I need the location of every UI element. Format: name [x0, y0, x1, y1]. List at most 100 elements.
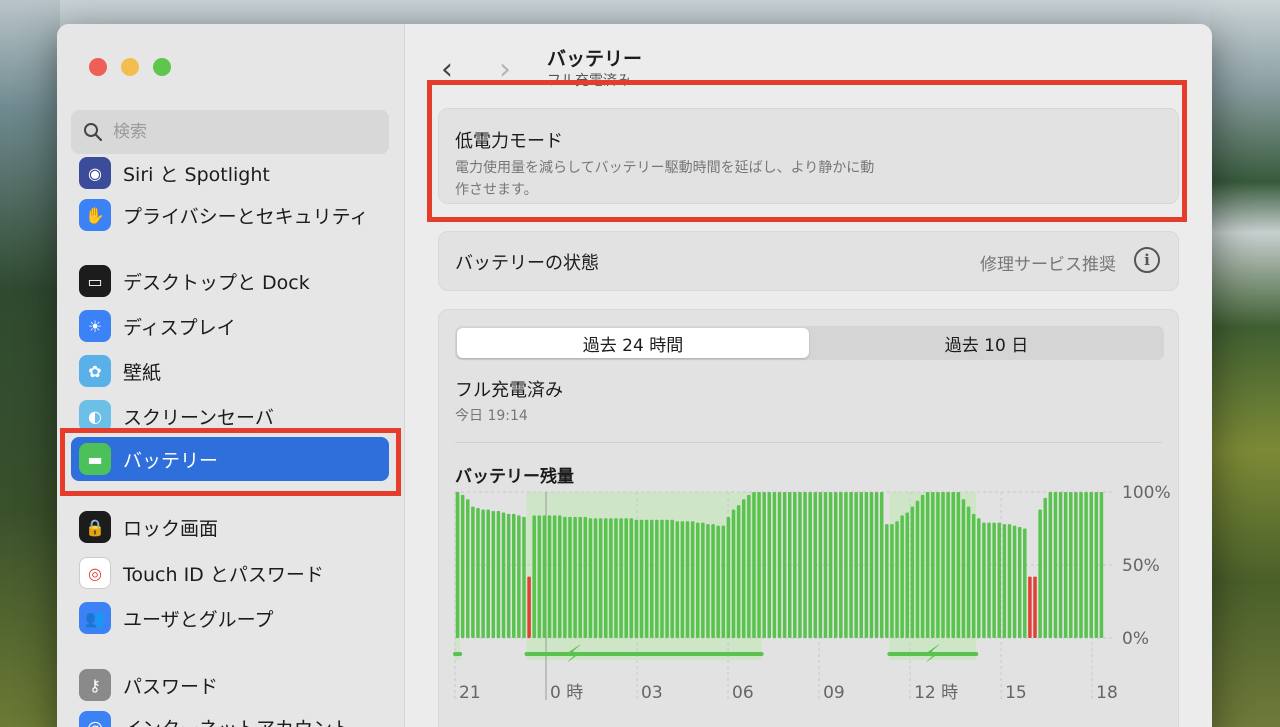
battery-bar: [920, 494, 925, 638]
battery-bar: [931, 492, 935, 638]
sidebar-item-label: Siri と Spotlight: [123, 163, 270, 186]
search-input[interactable]: [113, 122, 373, 142]
battery-bar: [844, 492, 848, 638]
battery-bar: [869, 492, 874, 638]
sidebar-item-label: スクリーンセーバ: [123, 406, 274, 429]
sidebar-item-dock[interactable]: ▭ デスクトップと Dock: [79, 262, 389, 300]
battery-bar: [741, 499, 746, 638]
sidebar-item-fingerprint[interactable]: ◎ Touch ID とパスワード: [79, 554, 389, 592]
sidebar-item-label: ユーザとグループ: [123, 608, 274, 631]
zoom-button[interactable]: [153, 58, 171, 76]
battery-bar: [481, 509, 485, 638]
low-battery-bar: [527, 576, 531, 638]
battery-bar: [885, 524, 889, 638]
sidebar-item-siri[interactable]: ◉ Siri と Spotlight: [79, 154, 389, 192]
battery-bar: [517, 515, 521, 638]
battery-bar: [793, 492, 797, 638]
battery-level-chart: ⚡ ⚡ 100% 50% 0% 21 0 時 03 06 09 12 時 15 18: [453, 483, 1171, 703]
battery-bar: [879, 492, 884, 638]
battery-bar: [956, 492, 961, 638]
battery-bar: [1094, 492, 1099, 638]
battery-bar: [762, 492, 766, 638]
sidebar-item-lock[interactable]: 🔒 ロック画面: [79, 508, 389, 546]
battery-bar: [1007, 524, 1012, 638]
sidebar-item-sun[interactable]: ☀ ディスプレイ: [79, 307, 389, 345]
battery-bar: [609, 518, 613, 638]
battery-bar: [695, 522, 700, 638]
y-tick-label: 100%: [1122, 483, 1171, 503]
battery-bar: [603, 518, 608, 638]
battery-bar: [910, 506, 915, 638]
battery-bar: [890, 524, 894, 638]
battery-bar: [537, 515, 542, 638]
close-button[interactable]: [89, 58, 107, 76]
battery-bar: [854, 492, 858, 638]
dock-icon: ▭: [79, 265, 111, 297]
sidebar-item-label: プライバシーとセキュリティ: [123, 205, 369, 228]
battery-bar: [895, 521, 899, 638]
battery-bar: [685, 521, 690, 638]
battery-bar: [839, 492, 843, 638]
battery-bar: [1084, 492, 1088, 638]
battery-bar: [644, 519, 649, 638]
highlight-battery-item: [60, 428, 401, 496]
battery-bar: [900, 515, 904, 638]
users-icon: 👥: [79, 602, 111, 634]
sidebar-item-hand[interactable]: ✋ プライバシーとセキュリティ: [79, 196, 389, 234]
battery-bar: [1089, 492, 1093, 638]
battery-bar: [634, 519, 639, 638]
battery-bar: [1099, 492, 1104, 638]
sidebar-item-label: Touch ID とパスワード: [123, 563, 324, 586]
sidebar-item-users[interactable]: 👥 ユーザとグループ: [79, 599, 389, 637]
battery-state-card[interactable]: バッテリーの状態 修理サービス推奨 i: [438, 231, 1179, 291]
battery-bar: [573, 516, 577, 638]
battery-bar: [568, 516, 572, 638]
x-tick-label: 06: [732, 683, 754, 703]
battery-bar: [532, 515, 536, 638]
battery-bar: [675, 521, 680, 638]
battery-bar: [987, 522, 991, 638]
battery-bar: [818, 492, 823, 638]
battery-bar: [690, 521, 695, 638]
battery-bar: [1017, 527, 1022, 638]
battery-bar: [614, 518, 618, 638]
battery-bar: [486, 509, 490, 638]
minimize-button[interactable]: [121, 58, 139, 76]
battery-bar: [583, 516, 588, 638]
charging-band: [526, 492, 762, 660]
at-icon: @: [79, 711, 111, 727]
sidebar: ◉ Siri と Spotlight ✋ プライバシーとセキュリティ ▭ デスクトップと …: [57, 24, 405, 727]
charging-bolt-icon: ⚡: [566, 640, 583, 668]
battery-bar: [864, 492, 869, 638]
battery-bar: [1074, 492, 1078, 638]
battery-bar: [563, 516, 567, 638]
battery-bar: [1023, 528, 1027, 638]
battery-bar: [1048, 492, 1053, 638]
battery-bar: [706, 524, 710, 638]
search-field[interactable]: [71, 110, 389, 154]
battery-bar: [828, 492, 833, 638]
battery-bar: [823, 492, 828, 638]
battery-bar: [905, 512, 910, 638]
battery-bar: [767, 492, 772, 638]
battery-bar: [649, 519, 654, 638]
sidebar-item-at[interactable]: @ インターネットアカウント: [79, 708, 389, 727]
battery-bar: [1053, 492, 1058, 638]
battery-bar: [1058, 492, 1063, 638]
battery-state-value: 修理サービス推奨: [980, 255, 1116, 275]
battery-bar: [726, 516, 731, 638]
battery-bar: [701, 522, 705, 638]
battery-bar: [997, 522, 1001, 638]
sidebar-item-label: ロック画面: [123, 517, 219, 540]
sidebar-item-key[interactable]: ⚷ パスワード: [79, 666, 389, 704]
battery-bar: [501, 512, 506, 638]
desktop-wallpaper-left: [0, 0, 60, 727]
info-icon[interactable]: i: [1134, 247, 1160, 273]
battery-bar: [777, 492, 782, 638]
battery-bar: [455, 492, 460, 638]
battery-bar: [813, 492, 818, 638]
battery-bar: [542, 515, 547, 638]
battery-bar: [552, 515, 557, 638]
sidebar-item-flower[interactable]: ✿ 壁紙: [79, 352, 389, 390]
sidebar-item-label: インターネットアカウント: [123, 714, 351, 727]
